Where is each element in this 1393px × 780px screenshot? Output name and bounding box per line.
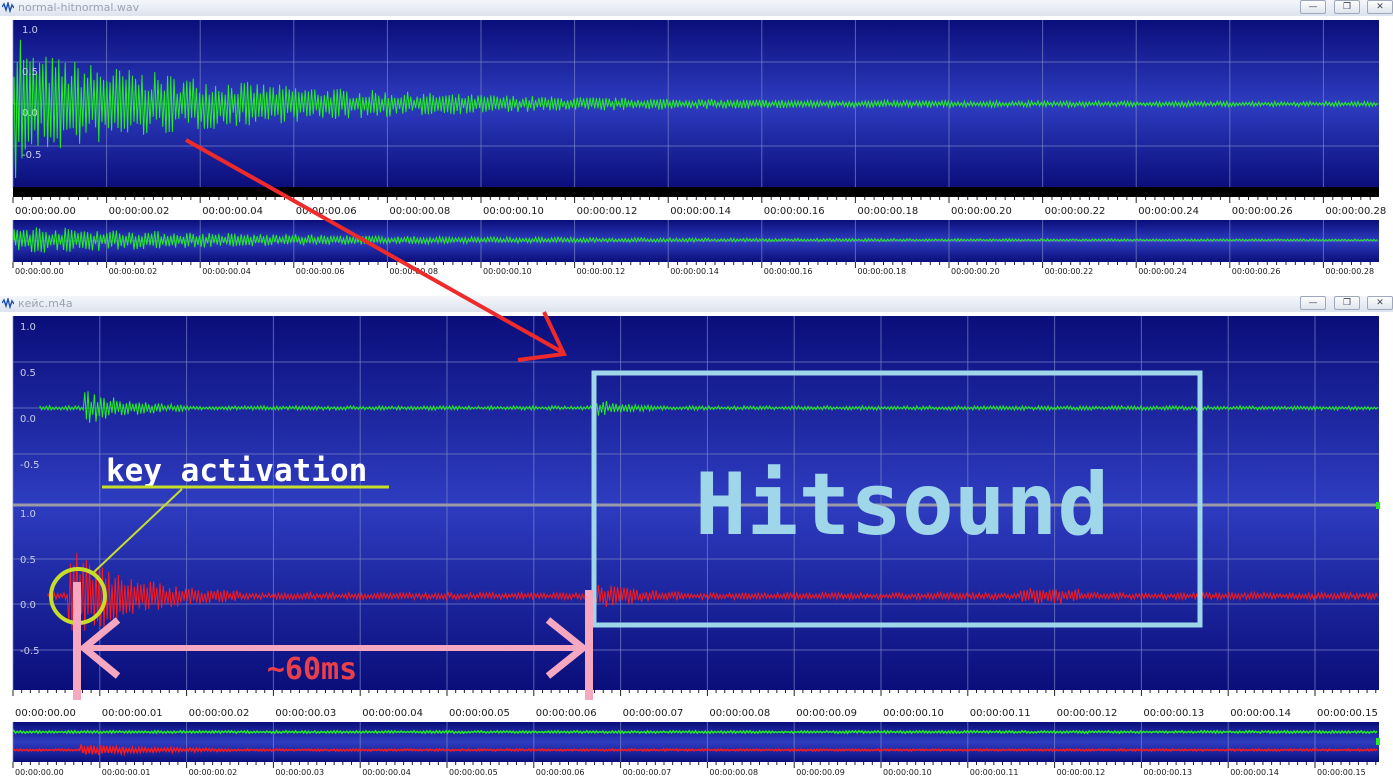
overview-time-label: 00:00:00.08: [709, 768, 758, 777]
overview-panel-background: [13, 722, 1379, 762]
amplitude-label: 0.5: [20, 368, 36, 379]
time-label: 00:00:00.28: [1325, 206, 1386, 217]
overview-time-label: 00:00:00.02: [189, 768, 238, 777]
amplitude-label: -0.5: [22, 150, 42, 161]
overview-time-label: 00:00:00.04: [362, 768, 411, 777]
waveform-canvas[interactable]: 1.0 0.5 0.0 -0.5 1.0 0.5 0.0 -0.5 00:00:00.00 00:…: [0, 296, 1393, 780]
amplitude-label: 1.0: [20, 509, 36, 520]
time-label: 00:00:00.14: [1230, 708, 1291, 719]
amplitude-label: 1.0: [20, 322, 36, 333]
time-label: 00:00:00.04: [362, 708, 423, 719]
overview-time-label: 00:00:00.12: [577, 267, 626, 276]
overview-time-label: 00:00:00.07: [623, 768, 672, 777]
overview-time-label: 00:00:00.06: [536, 768, 585, 777]
waveform-window-bottom: кейс.m4a — ❐ ✕ 1.0 0.5 0.0 -0.5 1.0 0.5 0.0 -0.…: [0, 296, 1393, 780]
time-label: 00:00:00.12: [1057, 708, 1118, 719]
overview-time-label: 00:00:00.05: [449, 768, 498, 777]
amplitude-label: 0.0: [22, 108, 38, 119]
overview-time-label: 00:00:00.28: [1325, 267, 1374, 276]
amplitude-label: -0.5: [20, 460, 40, 471]
time-label: 00:00:00.01: [102, 708, 163, 719]
time-label: 00:00:00.04: [202, 206, 263, 217]
overview-time-label: 00:00:00.10: [483, 267, 532, 276]
waveform-panel-main-background: [13, 316, 1379, 690]
overview-time-label: 00:00:00.09: [796, 768, 845, 777]
time-label: 00:00:00.05: [449, 708, 510, 719]
time-label: 00:00:00.06: [296, 206, 357, 217]
channel-marker: [1376, 502, 1380, 509]
overview-time-label: 00:00:00.01: [102, 768, 151, 777]
overview-time-label: 00:00:00.24: [1138, 267, 1187, 276]
waveform-canvas[interactable]: 1.0 0.5 0.0 -0.5 00:00:00.00 00:00:00.02 00:00…: [0, 0, 1393, 280]
time-label: 00:00:00.13: [1143, 708, 1204, 719]
time-label: 00:00:00.14: [670, 206, 731, 217]
overview-time-label: 00:00:00.00: [15, 768, 64, 777]
time-label: 00:00:00.18: [857, 206, 918, 217]
time-label: 00:00:00.20: [951, 206, 1012, 217]
amplitude-label: 1.0: [22, 25, 38, 36]
time-label: 00:00:00.16: [764, 206, 825, 217]
time-label: 00:00:00.10: [883, 708, 944, 719]
waveform-panel-main: [12, 316, 1380, 690]
time-label: 00:00:00.26: [1232, 206, 1293, 217]
overview-time-label: 00:00:00.11: [970, 768, 1019, 777]
overview-time-label: 00:00:00.12: [1057, 768, 1106, 777]
overview-panel: [12, 220, 1379, 262]
amplitude-label: -0.5: [20, 646, 40, 657]
amplitude-label: 0.0: [20, 414, 36, 425]
time-label: 00:00:00.11: [970, 708, 1031, 719]
time-label: 00:00:00.09: [796, 708, 857, 719]
overview-time-label: 00:00:00.02: [109, 267, 158, 276]
waveform-panel-main: [12, 20, 1379, 188]
amplitude-label: 0.5: [22, 67, 38, 78]
time-label: 00:00:00.00: [15, 708, 76, 719]
overview-time-label: 00:00:00.10: [883, 768, 932, 777]
waveform-window-top: normal-hitnormal.wav — ❐ ✕ 1.0 0.5 0.0 -0.5…: [0, 0, 1393, 280]
time-label: 00:00:00.08: [709, 708, 770, 719]
time-label: 00:00:00.10: [483, 206, 544, 217]
time-label: 00:00:00.12: [577, 206, 638, 217]
overview-channel-marker: [1376, 738, 1380, 745]
time-label: 00:00:00.00: [15, 206, 76, 217]
overview-time-label: 00:00:00.14: [670, 267, 719, 276]
time-label: 00:00:00.15: [1317, 708, 1378, 719]
overview-time-label: 00:00:00.03: [275, 768, 324, 777]
overview-time-label: 00:00:00.13: [1143, 768, 1192, 777]
overview-time-label: 00:00:00.22: [1045, 267, 1094, 276]
time-label: 00:00:00.24: [1138, 206, 1199, 217]
time-label: 00:00:00.03: [275, 708, 336, 719]
time-label: 00:00:00.22: [1045, 206, 1106, 217]
overview-time-label: 00:00:00.04: [202, 267, 251, 276]
overview-time-label: 00:00:00.18: [857, 267, 906, 276]
amplitude-label: 0.5: [20, 555, 36, 566]
overview-time-label: 00:00:00.00: [15, 267, 64, 276]
time-label: 00:00:00.07: [623, 708, 684, 719]
overview-time-label: 00:00:00.08: [389, 267, 438, 276]
overview-time-label: 00:00:00.26: [1232, 267, 1281, 276]
scrollbar-track: [13, 187, 1379, 197]
overview-time-label: 00:00:00.20: [951, 267, 1000, 276]
time-label: 00:00:00.02: [109, 206, 170, 217]
overview-panel: [12, 722, 1380, 762]
overview-time-label: 00:00:00.15: [1317, 768, 1366, 777]
overview-time-label: 00:00:00.14: [1230, 768, 1279, 777]
time-label: 00:00:00.02: [189, 708, 250, 719]
time-label: 00:00:00.06: [536, 708, 597, 719]
overview-time-label: 00:00:00.16: [764, 267, 813, 276]
time-label: 00:00:00.08: [389, 206, 450, 217]
amplitude-label: 0.0: [20, 600, 36, 611]
overview-time-label: 00:00:00.06: [296, 267, 345, 276]
